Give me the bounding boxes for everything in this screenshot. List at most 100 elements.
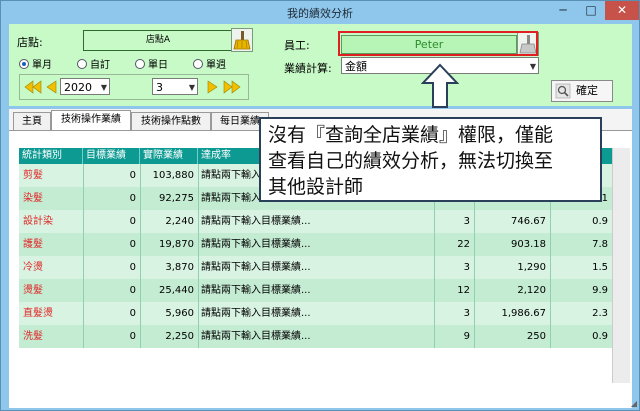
column-divider [140,187,141,210]
store-clear-button[interactable] [231,28,253,52]
tab-tech-points[interactable]: 技術操作點數 [131,112,211,131]
first-period-icon[interactable] [23,79,43,95]
cell-category: 燙髮 [23,285,43,296]
cell-rate[interactable]: 請點兩下輸入目標業績... [198,279,434,302]
cell-target: 0 [129,193,136,204]
table-row[interactable]: 直髮燙 0 5,960 請點兩下輸入目標業績... 3 1,986.67 2.3 [19,302,612,325]
period-navigator: 2020 ▼ 3 ▼ [19,74,249,100]
column-divider [474,302,475,325]
tab-tech-sales[interactable]: 技術操作業績 [51,110,131,131]
cell-percent: 0.9 [592,331,608,342]
cell-target: 0 [129,308,136,319]
maximize-button[interactable]: □ [577,1,605,20]
last-period-icon[interactable] [222,79,244,95]
cell-rate[interactable]: 請點兩下輸入目標業績... [198,256,434,279]
month-select[interactable]: 3 ▼ [152,78,198,95]
radio-month[interactable]: 單月 [19,56,52,71]
cell-category: 護髮 [23,239,43,250]
header-actual[interactable]: 實際業績 [140,148,198,164]
cell-rate[interactable]: 請點兩下輸入目標業績... [198,210,434,233]
column-divider [434,325,435,348]
cell-percent: 9.9 [592,285,608,296]
column-divider [140,279,141,302]
column-divider [434,302,435,325]
cell-category: 冷燙 [23,262,43,273]
table-row[interactable]: 洗髮 0 2,250 請點兩下輸入目標業績... 9 250 0.9 [19,325,612,348]
chevron-down-icon: ▼ [100,83,107,92]
cell-average: 250 [526,331,546,342]
cell-actual: 3,870 [165,262,194,273]
store-label: 店點: [17,36,43,49]
cell-actual: 19,870 [159,239,194,250]
column-divider [198,164,199,187]
chevron-down-icon: ▼ [188,83,195,92]
cell-count: 3 [463,262,470,273]
cell-rate[interactable]: 請點兩下輸入目標業績... [198,302,434,325]
radio-custom[interactable]: 自訂 [77,56,110,71]
close-button[interactable]: ✕ [605,1,639,20]
cell-rate[interactable]: 請點兩下輸入目標業績... [198,325,434,348]
cell-actual: 2,250 [165,331,194,342]
column-divider [198,210,199,233]
confirm-button[interactable]: 確定 [551,80,613,102]
annotation-callout: 沒有『查詢全店業績』權限，僅能 查看自己的績效分析，無法切換至 其他設計師 [259,117,602,202]
cell-percent: 7.8 [592,239,608,250]
year-select[interactable]: 2020 ▼ [60,78,110,95]
minimize-button[interactable]: ─ [549,1,577,20]
column-divider [140,256,141,279]
table-row[interactable]: 護髮 0 19,870 請點兩下輸入目標業績... 22 903.18 7.8 [19,233,612,256]
title-bar[interactable]: 我的績效分析 ─ □ ✕ [1,1,639,23]
broom-icon [233,31,251,50]
header-category[interactable]: 統計類別 [19,148,83,164]
store-field[interactable]: 店點A [83,30,233,51]
callout-line: 其他設計師 [268,176,364,198]
table-row[interactable]: 設計染 0 2,240 請點兩下輸入目標業績... 3 746.67 0.9 [19,210,612,233]
radio-day[interactable]: 單日 [135,56,168,71]
radio-icon [193,59,203,69]
callout-line: 沒有『查詢全店業績』權限，僅能 [268,124,554,146]
employee-highlight [338,31,538,56]
cell-category: 直髮燙 [23,308,53,319]
column-divider [474,256,475,279]
column-divider [434,233,435,256]
search-icon [555,83,571,99]
column-divider [83,325,84,348]
cell-actual: 2,240 [165,216,194,227]
cell-target: 0 [129,262,136,273]
cell-count: 12 [457,285,470,296]
cell-rate[interactable]: 請點兩下輸入目標業績... [198,233,434,256]
radio-week[interactable]: 單週 [193,56,226,71]
cell-actual: 25,440 [159,285,194,296]
column-divider [550,233,551,256]
radio-icon [135,59,145,69]
radio-icon [77,59,87,69]
up-arrow-icon [421,63,459,108]
cell-category: 設計染 [23,216,53,227]
header-target[interactable]: 目標業績 [83,148,140,164]
column-divider [550,210,551,233]
cell-target: 0 [129,239,136,250]
cell-average: 903.18 [511,239,546,250]
column-divider [140,164,141,187]
column-divider [434,279,435,302]
column-divider [140,233,141,256]
cell-average: 1,290 [517,262,546,273]
column-divider [474,233,475,256]
column-divider [198,279,199,302]
cell-count: 22 [457,239,470,250]
table-row[interactable]: 冷燙 0 3,870 請點兩下輸入目標業績... 3 1,290 1.5 [19,256,612,279]
column-divider [198,302,199,325]
next-period-icon[interactable] [206,79,220,95]
prev-period-icon[interactable] [44,79,58,95]
column-divider [198,233,199,256]
chevron-down-icon: ▼ [529,62,536,71]
column-divider [83,302,84,325]
column-divider [140,325,141,348]
vertical-scrollbar[interactable] [612,148,630,383]
resize-grip-icon[interactable]: ◢ [631,399,637,408]
column-divider [198,187,199,210]
column-divider [434,256,435,279]
table-row[interactable]: 燙髮 0 25,440 請點兩下輸入目標業績... 12 2,120 9.9 [19,279,612,302]
column-divider [550,279,551,302]
tab-home[interactable]: 主頁 [13,112,51,131]
